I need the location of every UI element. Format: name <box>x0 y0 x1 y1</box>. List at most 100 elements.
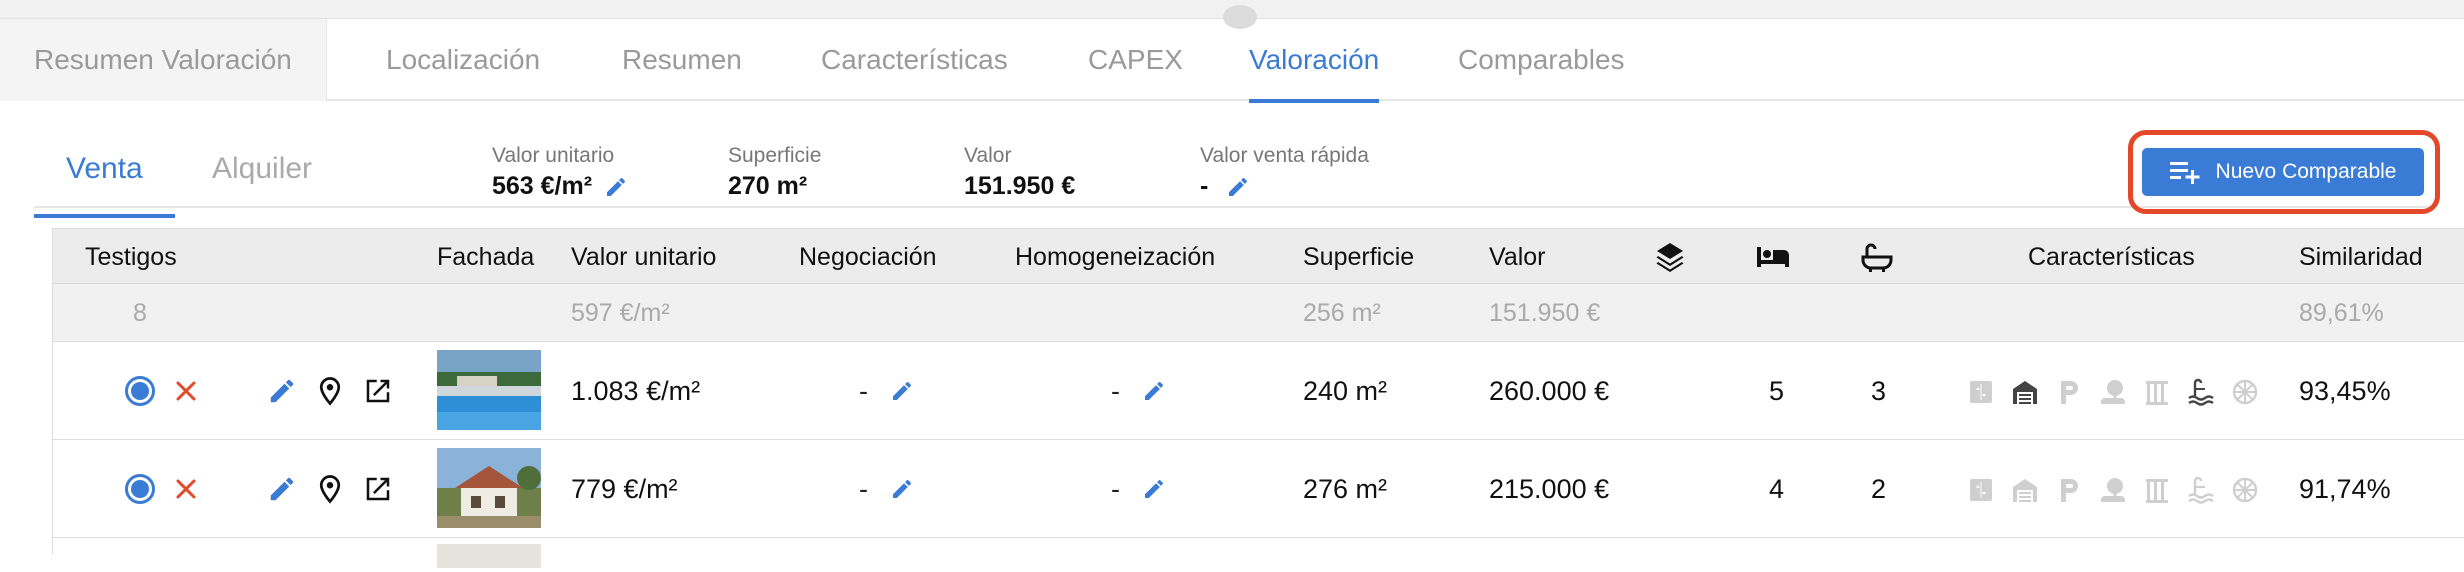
metric-valor-venta-rapida: Valor venta rápida - <box>1200 144 1369 201</box>
table-row: 1.083 €/m² - - 240 m² 260.000 € 5 3 93,4… <box>53 342 2464 440</box>
homogeneizacion-value: - <box>1111 474 1120 504</box>
table-row: 779 €/m² - - 276 m² 215.000 € 4 2 91,74% <box>53 440 2464 538</box>
negociacion-value: - <box>859 474 868 504</box>
terrace-icon <box>2146 479 2168 503</box>
summary-row: 8 597 €/m² 256 m² 151.950 € 89,61% <box>53 284 2464 342</box>
map-pin-icon[interactable] <box>315 474 345 504</box>
pencil-icon[interactable] <box>267 474 297 504</box>
open-external-icon[interactable] <box>363 474 393 504</box>
metric-label: Superficie <box>728 144 822 167</box>
summary-valor-unitario: 597 €/m² <box>571 299 670 327</box>
select-radio[interactable] <box>125 376 155 406</box>
metric-value: 270 m² <box>728 172 808 200</box>
layers-icon <box>1656 243 1684 272</box>
metric-valor: Valor 151.950 € <box>964 144 1075 201</box>
cell-homogeneizacion: - <box>1111 440 1166 538</box>
col-testigos: Testigos <box>85 243 177 271</box>
close-icon[interactable] <box>171 474 201 504</box>
metric-label: Valor unitario <box>492 144 615 167</box>
tab-comparables[interactable]: Comparables <box>1458 19 1625 101</box>
tab-caracteristicas[interactable]: Características <box>821 19 1008 101</box>
elevator-icon <box>1970 479 1992 501</box>
cell-plantas: 4 <box>1769 474 1785 504</box>
cell-valor-unitario: 1.083 €/m² <box>571 376 701 406</box>
summary-similaridad: 89,61% <box>2299 299 2384 327</box>
col-similaridad: Similaridad <box>2299 243 2423 271</box>
cell-similaridad: 91,74% <box>2299 474 2391 504</box>
garage-icon <box>2013 479 2037 502</box>
elevator-icon <box>1970 381 1992 403</box>
garden-icon <box>2101 380 2125 404</box>
subtab-venta[interactable]: Venta <box>34 152 175 218</box>
parking-icon <box>2061 381 2078 404</box>
pool-icon <box>2188 378 2214 406</box>
cell-banos: 3 <box>1871 376 1887 406</box>
tab-localizacion[interactable]: Localización <box>386 19 540 101</box>
main-tabs: Resumen Valoración Localización Resumen … <box>0 19 2464 103</box>
facade-photo[interactable] <box>437 350 541 430</box>
metric-value: 151.950 € <box>964 172 1076 200</box>
col-fachada: Fachada <box>437 243 535 271</box>
comparables-table: Testigos Fachada Valor unitario Negociac… <box>52 228 2464 568</box>
pool-icon <box>2188 476 2214 504</box>
pencil-icon[interactable] <box>1142 379 1166 403</box>
col-superficie: Superficie <box>1303 243 1415 271</box>
cell-valor: 260.000 € <box>1489 376 1610 406</box>
cell-banos: 2 <box>1871 474 1887 504</box>
tab-resumen[interactable]: Resumen <box>622 19 742 101</box>
bed-icon <box>1757 247 1789 267</box>
bathtub-icon <box>1861 243 1893 272</box>
cell-superficie: 240 m² <box>1303 376 1388 406</box>
cell-negociacion: - <box>859 440 914 538</box>
negociacion-value: - <box>859 376 868 406</box>
col-valor-unitario: Valor unitario <box>571 243 717 271</box>
metric-valor-unitario: Valor unitario 563 €/m² <box>492 144 628 201</box>
pencil-icon[interactable] <box>1226 175 1250 199</box>
valuation-subbar: Venta Alquiler Valor unitario 563 €/m² S… <box>34 112 2434 218</box>
metric-value: 563 €/m² <box>492 172 593 200</box>
table-row <box>53 538 2464 568</box>
cell-valor-unitario: 779 €/m² <box>571 474 678 504</box>
air-conditioning-icon <box>2232 477 2258 503</box>
close-icon[interactable] <box>171 376 201 406</box>
pencil-icon[interactable] <box>890 477 914 501</box>
summary-superficie: 256 m² <box>1303 299 1381 327</box>
metric-superficie: Superficie 270 m² <box>728 144 821 201</box>
col-valor: Valor <box>1489 243 1546 271</box>
metric-label: Valor venta rápida <box>1200 144 1369 167</box>
cell-superficie: 276 m² <box>1303 474 1388 504</box>
facade-photo[interactable] <box>437 448 541 528</box>
subtab-alquiler[interactable]: Alquiler <box>212 152 312 186</box>
air-conditioning-icon <box>2232 379 2258 405</box>
cell-plantas: 5 <box>1769 376 1785 406</box>
col-negociacion: Negociación <box>799 243 937 271</box>
col-homogeneizacion: Homogeneización <box>1015 243 1216 271</box>
summary-count: 8 <box>133 299 147 327</box>
garage-icon <box>2013 381 2037 404</box>
terrace-icon <box>2146 381 2168 405</box>
table-header: Testigos Fachada Valor unitario Negociac… <box>53 228 2464 284</box>
cell-valor: 215.000 € <box>1489 474 1610 504</box>
col-caracteristicas: Características <box>2028 243 2195 271</box>
parking-icon <box>2061 479 2078 502</box>
pencil-icon[interactable] <box>1142 477 1166 501</box>
summary-valor: 151.950 € <box>1489 299 1601 327</box>
cell-similaridad: 93,45% <box>2299 376 2391 406</box>
tab-valoracion[interactable]: Valoración <box>1249 19 1380 103</box>
cell-negociacion: - <box>859 342 914 440</box>
metric-label: Valor <box>964 144 1012 167</box>
facade-photo[interactable] <box>437 544 541 568</box>
map-pin-icon[interactable] <box>315 376 345 406</box>
cell-homogeneizacion: - <box>1111 342 1166 440</box>
open-external-icon[interactable] <box>363 376 393 406</box>
select-radio[interactable] <box>125 474 155 504</box>
homogeneizacion-value: - <box>1111 376 1120 406</box>
pencil-icon[interactable] <box>267 376 297 406</box>
pencil-icon[interactable] <box>890 379 914 403</box>
metric-value: - <box>1200 172 1209 200</box>
tab-resumen-valoracion[interactable]: Resumen Valoración <box>0 19 327 101</box>
tab-capex[interactable]: CAPEX <box>1088 19 1183 101</box>
garden-icon <box>2101 478 2125 502</box>
highlight-annotation <box>2128 130 2440 214</box>
pencil-icon[interactable] <box>604 175 628 199</box>
